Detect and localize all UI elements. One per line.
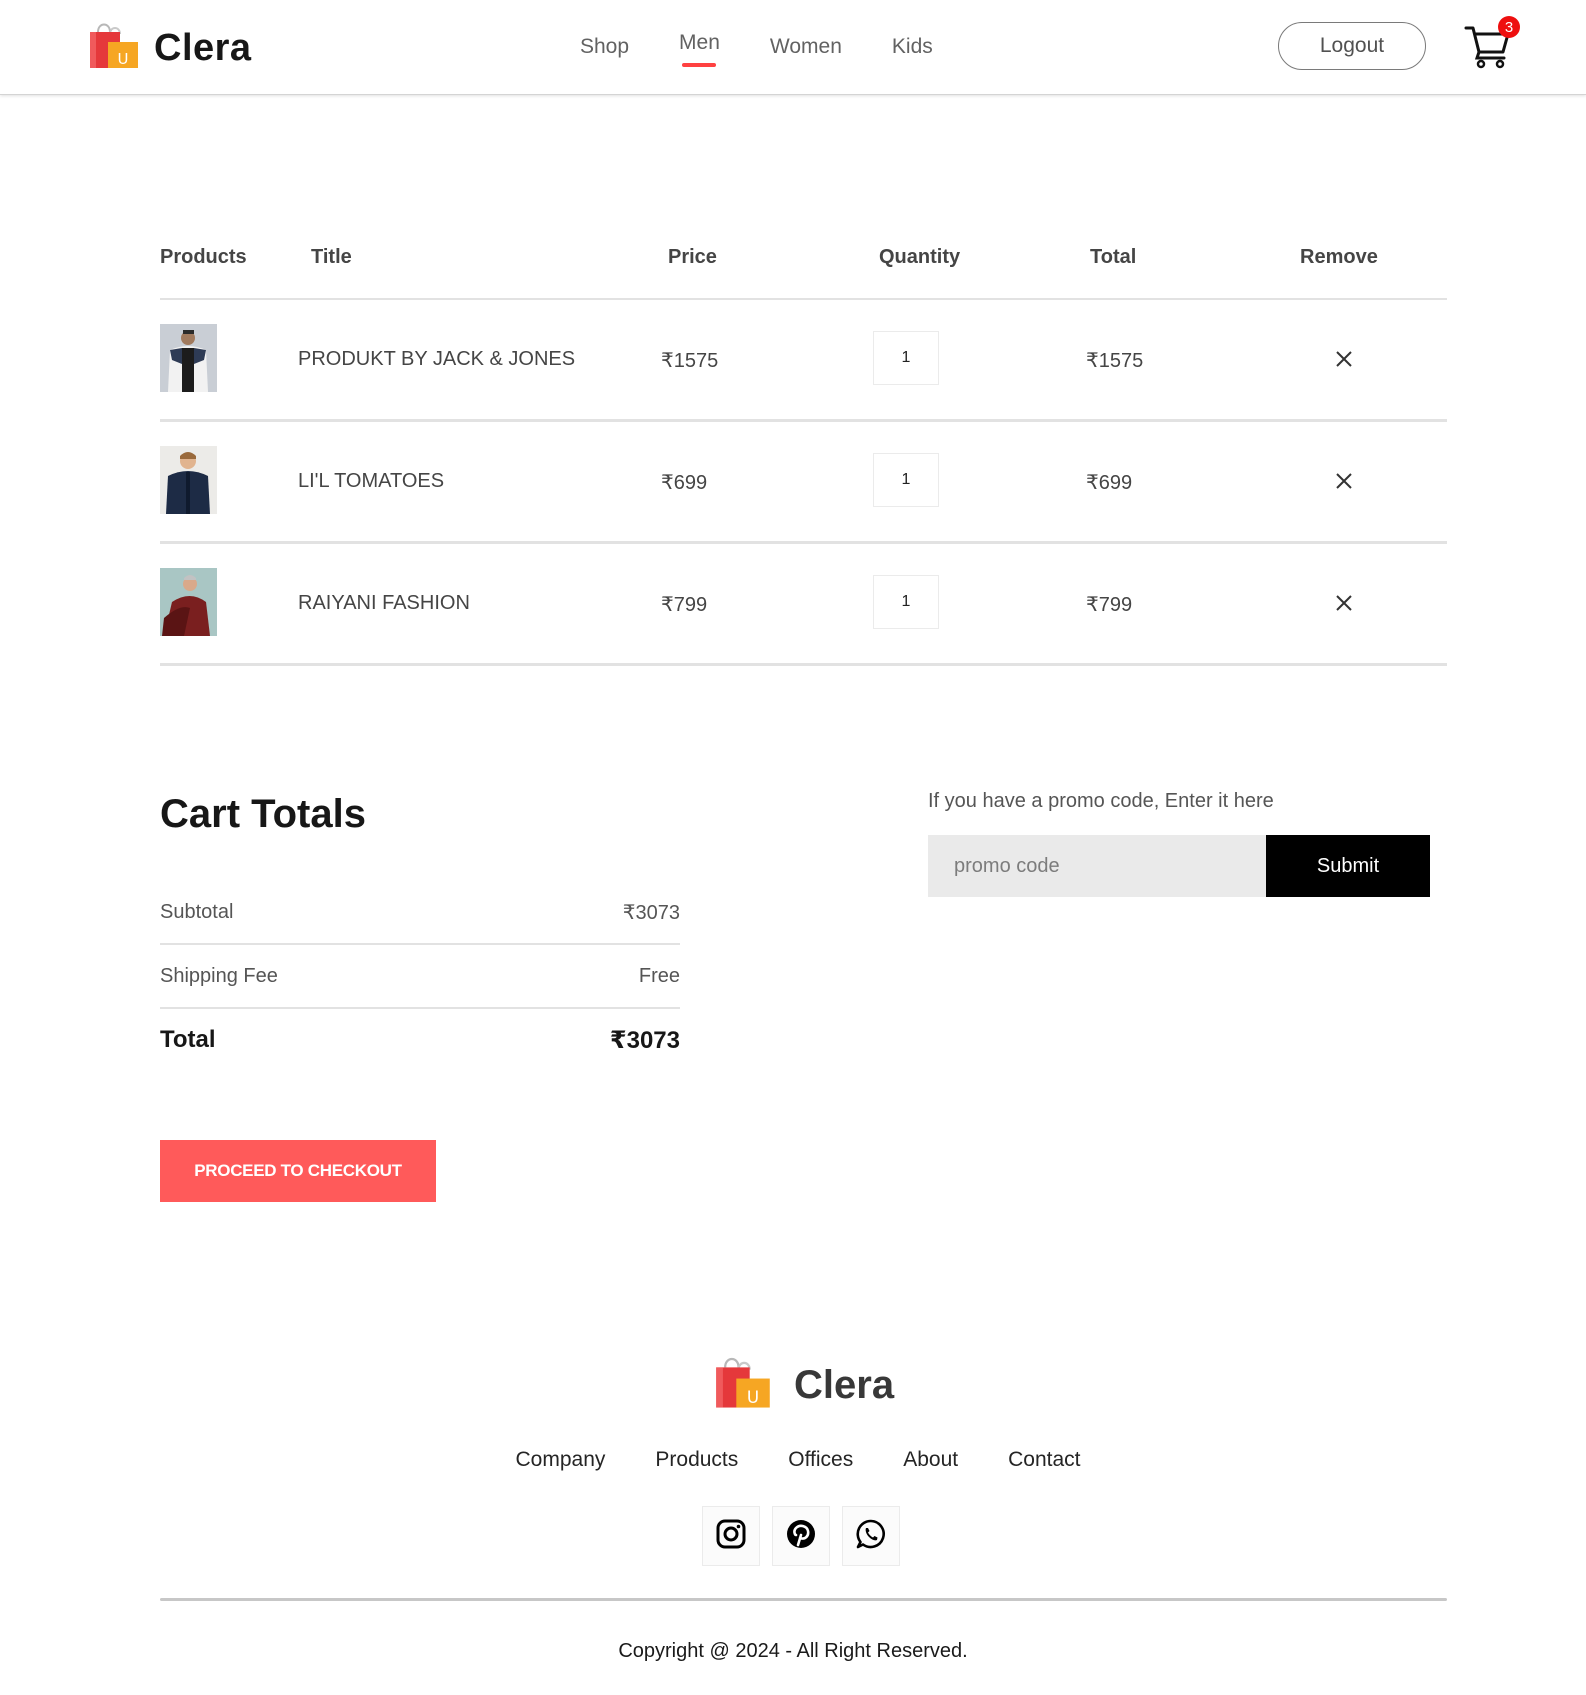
footer-logo[interactable]: U Clera	[714, 1354, 894, 1417]
shopping-bag-logo-icon: U	[714, 1354, 772, 1417]
remove-icon[interactable]	[1335, 472, 1353, 490]
shipping-label: Shipping Fee	[160, 964, 278, 987]
row-total: ₹1575	[1086, 350, 1144, 372]
product-thumbnail[interactable]	[160, 568, 217, 636]
footer-brand-name: Clera	[794, 1363, 895, 1407]
row-total: ₹699	[1086, 472, 1133, 494]
nav-item-shop[interactable]: Shop	[580, 35, 629, 59]
quantity-box[interactable]: 1	[873, 453, 939, 507]
instagram-button[interactable]	[702, 1506, 760, 1566]
row-total: ₹799	[1086, 594, 1133, 616]
cart-button[interactable]: 3	[1464, 16, 1520, 69]
nav-menu: Shop Men Women Kids	[580, 0, 933, 94]
product-title: LI'L TOMATOES	[298, 470, 445, 492]
total-row: Total ₹3073	[160, 1009, 680, 1071]
footer-link-contact[interactable]: Contact	[1008, 1448, 1080, 1472]
footer-divider	[160, 1598, 1447, 1601]
nav-item-kids[interactable]: Kids	[892, 35, 933, 59]
product-title: RAIYANI FASHION	[298, 592, 470, 614]
shipping-value: Free	[638, 964, 680, 987]
brand-name: Clera	[154, 27, 252, 69]
shipping-row: Shipping Fee Free	[160, 945, 680, 1009]
shopping-bag-logo-icon: U	[88, 20, 140, 77]
total-value: ₹3073	[609, 1026, 680, 1054]
total-label: Total	[160, 1026, 216, 1053]
cart-table-header: Products Title Price Quantity Total Remo…	[160, 224, 1447, 300]
nav-item-men[interactable]: Men	[679, 31, 720, 67]
nav-item-women[interactable]: Women	[770, 35, 842, 59]
footer-link-company[interactable]: Company	[516, 1448, 606, 1472]
logout-button[interactable]: Logout	[1278, 22, 1426, 70]
product-price: ₹799	[661, 594, 708, 616]
product-price: ₹699	[661, 472, 708, 494]
cart-totals: Cart Totals Subtotal ₹3073 Shipping Fee …	[160, 792, 680, 1071]
header-total: Total	[1090, 246, 1137, 268]
promo-label: If you have a promo code, Enter it here	[928, 790, 1274, 812]
footer-links: Company Products Offices About Contact	[0, 1448, 1586, 1472]
active-underline	[682, 63, 717, 67]
header-products: Products	[160, 246, 247, 268]
subtotal-label: Subtotal	[160, 900, 234, 923]
bag-letter: U	[118, 50, 129, 68]
proceed-to-checkout-button[interactable]: PROCEED TO CHECKOUT	[160, 1140, 436, 1202]
whatsapp-icon	[855, 1518, 887, 1555]
remove-icon[interactable]	[1335, 594, 1353, 612]
cart-row: LI'L TOMATOES ₹699 1 ₹699	[160, 422, 1447, 544]
footer-link-products[interactable]: Products	[655, 1448, 738, 1472]
product-price: ₹1575	[661, 350, 719, 372]
pinterest-button[interactable]	[772, 1506, 830, 1566]
quantity-box[interactable]: 1	[873, 575, 939, 629]
header-quantity: Quantity	[879, 246, 961, 268]
cart-count-badge: 3	[1498, 16, 1520, 38]
header-title: Title	[311, 246, 352, 268]
quantity-box[interactable]: 1	[873, 331, 939, 385]
cart-row: RAIYANI FASHION ₹799 1 ₹799	[160, 544, 1447, 666]
copyright-text: Copyright @ 2024 - All Right Reserved.	[618, 1640, 968, 1662]
header-remove: Remove	[1300, 246, 1378, 268]
promo-submit-button[interactable]: Submit	[1266, 835, 1430, 897]
promo-code-input[interactable]	[928, 835, 1266, 897]
cart-table: Products Title Price Quantity Total Remo…	[160, 224, 1447, 666]
cart-totals-heading: Cart Totals	[160, 792, 366, 836]
footer-link-offices[interactable]: Offices	[788, 1448, 853, 1472]
social-links	[702, 1506, 900, 1566]
subtotal-row: Subtotal ₹3073	[160, 881, 680, 945]
product-title: PRODUKT BY JACK & JONES	[298, 348, 576, 370]
whatsapp-button[interactable]	[842, 1506, 900, 1566]
product-thumbnail[interactable]	[160, 324, 217, 392]
footer-link-about[interactable]: About	[903, 1448, 958, 1472]
promo-section: If you have a promo code, Enter it here …	[928, 790, 1430, 897]
subtotal-value: ₹3073	[622, 901, 680, 924]
pinterest-icon	[785, 1518, 817, 1555]
navbar: U Clera Shop Men Women Kids Logout 3	[0, 0, 1586, 95]
nav-logo[interactable]: U Clera	[88, 20, 252, 77]
bag-letter: U	[747, 1387, 759, 1407]
instagram-icon	[715, 1518, 747, 1555]
cart-row: PRODUKT BY JACK & JONES ₹1575 1 ₹1575	[160, 300, 1447, 422]
promo-box: Submit	[928, 835, 1430, 897]
remove-icon[interactable]	[1335, 350, 1353, 368]
header-price: Price	[668, 246, 717, 268]
product-thumbnail[interactable]	[160, 446, 217, 514]
